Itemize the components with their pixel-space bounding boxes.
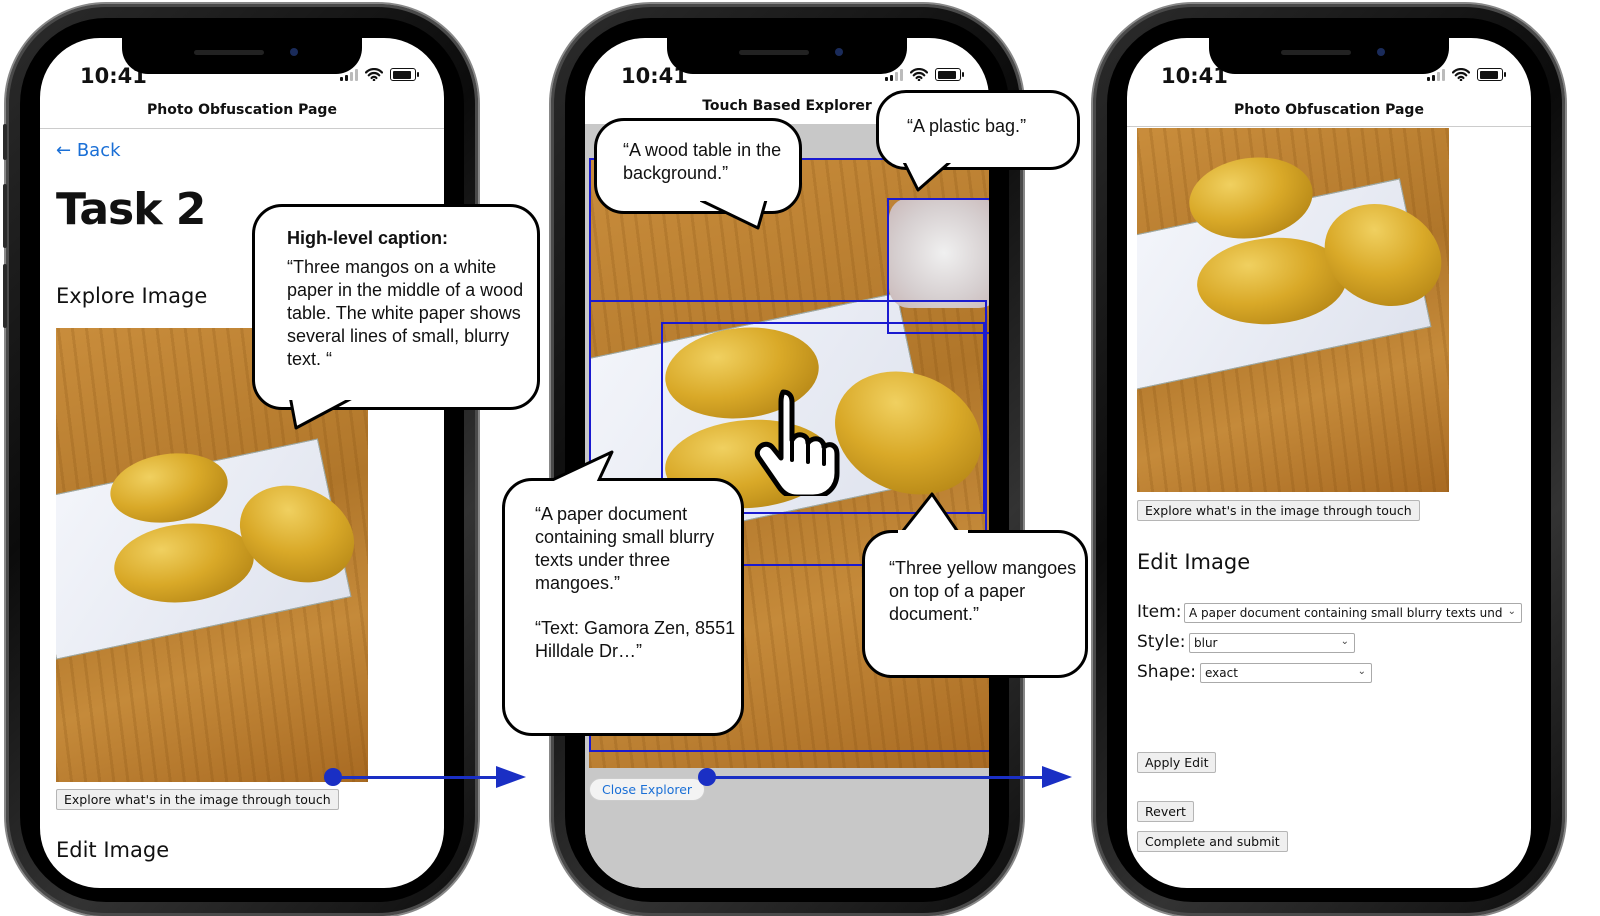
- callout-tail: [902, 158, 962, 192]
- status-icons: [340, 68, 419, 81]
- phone-notch: [1209, 38, 1449, 74]
- close-explorer-button[interactable]: Close Explorer: [589, 778, 706, 801]
- shape-select-value: exact: [1205, 666, 1238, 680]
- wifi-icon: [1452, 68, 1470, 81]
- edit-image-heading: Edit Image: [56, 838, 170, 862]
- callout-mangoes-text: “Three yellow mangoes on top of a paper …: [889, 558, 1077, 624]
- wifi-icon: [365, 68, 383, 81]
- phone-screen-3: 10:41 Photo Obfuscation Page Explore wha…: [1127, 38, 1531, 888]
- callout-high-level-caption: High-level caption: “Three mangos on a w…: [252, 204, 540, 410]
- complete-submit-button[interactable]: Complete and submit: [1137, 831, 1288, 852]
- task-heading: Task 2: [56, 184, 206, 235]
- revert-button[interactable]: Revert: [1137, 801, 1194, 822]
- callout-mangoes: “Three yellow mangoes on top of a paper …: [862, 530, 1088, 678]
- hand-pointer-icon: [754, 389, 840, 496]
- callout-wood-table-text: “A wood table in the background.”: [623, 140, 782, 183]
- chevron-down-icon: ⌄: [1340, 636, 1349, 647]
- back-link[interactable]: ← Back: [56, 140, 121, 161]
- callout-paper-doc-text: “A paper document containing small blurr…: [535, 504, 715, 593]
- item-label: Item:: [1137, 602, 1182, 622]
- callout-tail: [548, 450, 618, 486]
- shape-select[interactable]: exact ⌄: [1200, 663, 1372, 683]
- header-divider: [1127, 126, 1531, 127]
- callout-paper-document: “A paper document containing small blurr…: [502, 478, 744, 736]
- phone-frame-1: 10:41 Photo Obfuscation Page ← Back Task…: [3, 4, 478, 916]
- phone-side-button: [3, 124, 7, 160]
- back-label: Back: [76, 140, 121, 161]
- phone-notch: [667, 38, 907, 74]
- page-title: Photo Obfuscation Page: [147, 102, 337, 118]
- flow-arrow-line: [708, 776, 1044, 779]
- page-title: Photo Obfuscation Page: [1234, 102, 1424, 118]
- battery-icon: [1477, 68, 1506, 81]
- caption-title: High-level caption:: [287, 228, 449, 248]
- chevron-down-icon: ⌄: [1357, 666, 1366, 677]
- status-icons: [885, 68, 964, 81]
- phone-side-button: [3, 184, 7, 248]
- phone-side-button: [3, 264, 7, 328]
- back-arrow-icon: ←: [56, 140, 72, 161]
- status-icons: [1427, 68, 1506, 81]
- callout-tail: [700, 196, 770, 230]
- flow-arrow-line: [334, 776, 498, 779]
- caption-body: “Three mangos on a white paper in the mi…: [287, 257, 524, 369]
- battery-icon: [390, 68, 419, 81]
- callout-paper-text: “Text: Gamora Zen, 8551 Hilldale Dr…”: [535, 618, 736, 661]
- obfuscated-photo[interactable]: [1137, 128, 1449, 492]
- phone-screen-1: 10:41 Photo Obfuscation Page ← Back Task…: [40, 38, 444, 888]
- callout-plastic-bag-text: “A plastic bag.”: [907, 116, 1027, 136]
- chevron-down-icon: ⌄: [1507, 606, 1516, 617]
- wifi-icon: [910, 68, 928, 81]
- phone-notch: [122, 38, 362, 74]
- phone-frame-3: 10:41 Photo Obfuscation Page Explore wha…: [1093, 4, 1565, 916]
- phone-bezel: 10:41 Photo Obfuscation Page ← Back Task…: [20, 18, 464, 902]
- section-heading: Explore Image: [56, 284, 208, 308]
- apply-edit-button[interactable]: Apply Edit: [1137, 752, 1217, 773]
- style-select-value: blur: [1194, 636, 1218, 650]
- battery-icon: [935, 68, 964, 81]
- callout-tail: [286, 396, 366, 430]
- style-select[interactable]: blur ⌄: [1189, 633, 1355, 653]
- shape-label: Shape:: [1137, 662, 1196, 682]
- item-select[interactable]: A paper document containing small blurry…: [1184, 603, 1522, 623]
- explore-touch-button[interactable]: Explore what's in the image through touc…: [56, 789, 339, 810]
- header-divider: [40, 128, 444, 129]
- explore-touch-button[interactable]: Explore what's in the image through touc…: [1137, 500, 1420, 521]
- item-select-value: A paper document containing small blurry…: [1189, 606, 1503, 620]
- flow-arrowhead: [496, 766, 526, 788]
- flow-arrowhead: [1042, 766, 1072, 788]
- style-label: Style:: [1137, 632, 1186, 652]
- callout-tail: [898, 492, 968, 534]
- callout-wood-table: “A wood table in the background.”: [594, 118, 802, 214]
- edit-image-heading: Edit Image: [1137, 550, 1251, 574]
- phone-bezel: 10:41 Photo Obfuscation Page Explore wha…: [1107, 18, 1551, 902]
